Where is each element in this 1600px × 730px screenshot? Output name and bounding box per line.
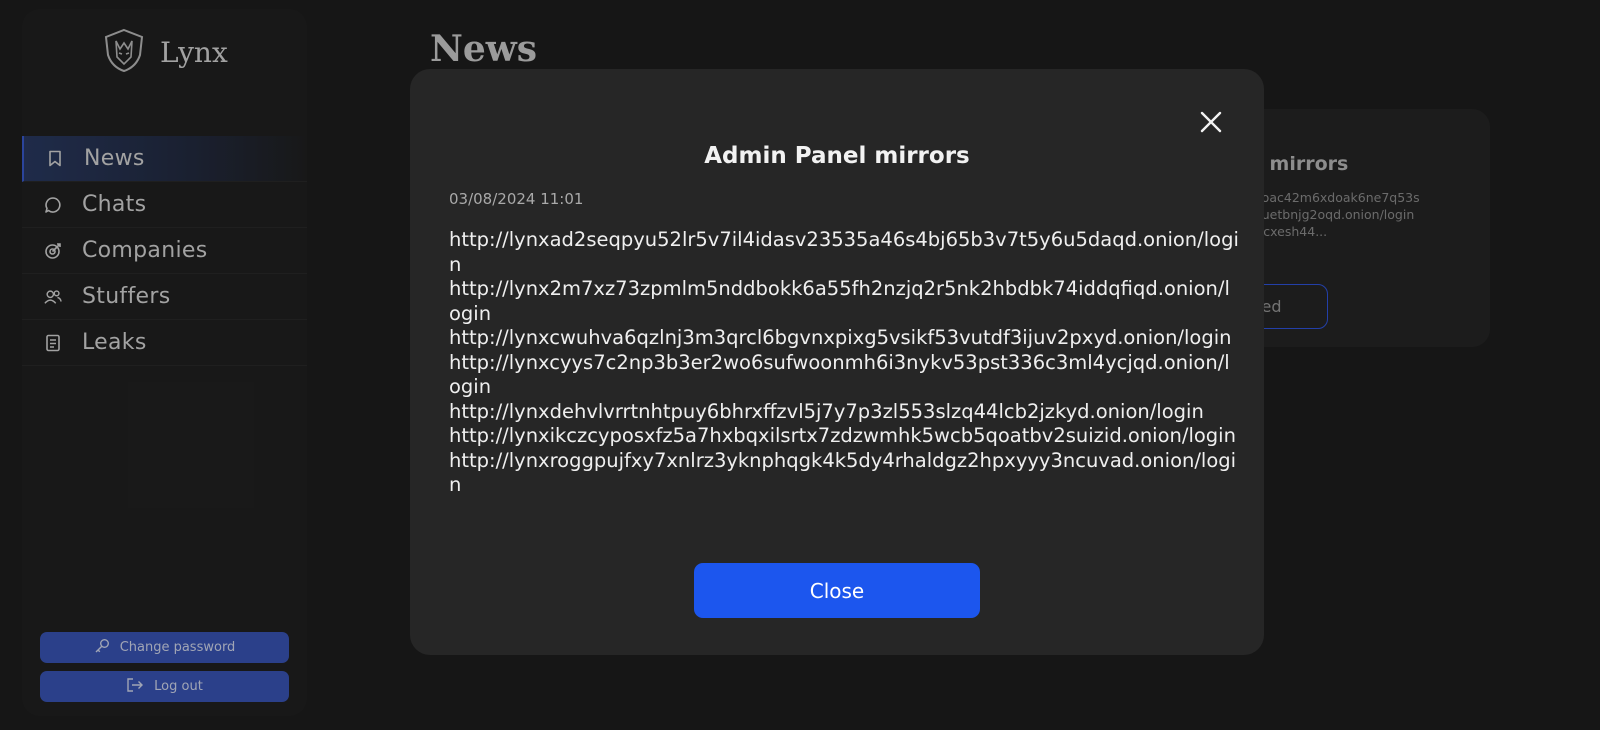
mirror-link[interactable]: http://lynxcwuhva6qzlnj3m3qrcl6bgvnxpixg…	[449, 326, 1239, 351]
close-icon[interactable]	[1198, 109, 1224, 135]
mirror-link[interactable]: http://lynxcyys7c2np3b3er2wo6sufwoonmh6i…	[449, 351, 1239, 400]
mirror-list: http://lynxad2seqpyu52lr5v7il4idasv23535…	[449, 228, 1239, 498]
modal-date: 03/08/2024 11:01	[449, 190, 584, 208]
mirror-link[interactable]: http://lynx2m7xz73zpmlm5nddbokk6a55fh2nz…	[449, 277, 1239, 326]
mirror-link[interactable]: http://lynxdehvlvrrtnhtpuy6bhrxffzvl5j7y…	[449, 400, 1239, 425]
mirror-link[interactable]: http://lynxroggpujfxy7xnlrz3yknphqgk4k5d…	[449, 449, 1239, 498]
mirror-link[interactable]: http://lynxad2seqpyu52lr5v7il4idasv23535…	[449, 228, 1239, 277]
mirror-link[interactable]: http://lynxikczcyposxfz5a7hxbqxilsrtx7zd…	[449, 424, 1239, 449]
close-button[interactable]: Close	[694, 563, 980, 618]
modal-title: Admin Panel mirrors	[704, 143, 970, 169]
news-modal: Admin Panel mirrors 03/08/2024 11:01 htt…	[410, 69, 1264, 655]
